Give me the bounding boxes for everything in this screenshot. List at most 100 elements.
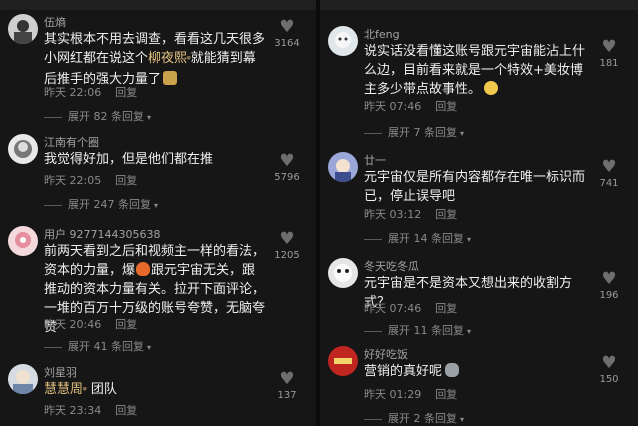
like-count: 5796 bbox=[274, 172, 300, 183]
comment-item: 北feng 说实话没看懂这账号跟元宇宙能沾上什么边，目前看来就是一个特效+美妆博… bbox=[320, 26, 638, 140]
comment-text: 元宇宙仅是所有内容都存在唯一标识而已，停止误导吧 bbox=[364, 170, 586, 204]
expand-replies-button[interactable]: 展开 2 条回复 ▾ bbox=[364, 410, 464, 426]
comment-meta: 昨天 22:05 回复 bbox=[44, 172, 137, 188]
emoji-icon bbox=[484, 81, 499, 95]
chevron-down-icon: ▾ bbox=[154, 201, 159, 210]
username[interactable]: 好好吃饭 bbox=[364, 346, 408, 362]
chevron-down-icon: ▾ bbox=[460, 129, 465, 138]
top-bar bbox=[320, 0, 638, 10]
avatar[interactable] bbox=[8, 226, 38, 256]
heart-icon: ♥ bbox=[601, 37, 617, 57]
like-button[interactable]: ♥ 137 bbox=[270, 370, 304, 401]
username[interactable]: 江南有个圈 bbox=[44, 134, 99, 150]
like-count: 137 bbox=[277, 390, 297, 401]
username[interactable]: 伍熵 bbox=[44, 14, 66, 30]
like-count: 1205 bbox=[274, 250, 300, 261]
like-count: 150 bbox=[599, 374, 619, 385]
timestamp: 昨天 22:06 bbox=[44, 86, 102, 99]
search-icon: ᵠ bbox=[83, 386, 87, 396]
comment-meta: 昨天 03:12 回复 bbox=[364, 206, 457, 222]
like-button[interactable]: ♥ 3164 bbox=[270, 18, 304, 49]
like-button[interactable]: ♥ 741 bbox=[592, 158, 626, 189]
expand-label: 展开 41 条回复 bbox=[68, 340, 144, 353]
avatar[interactable] bbox=[328, 152, 358, 182]
timestamp: 昨天 03:12 bbox=[364, 208, 422, 221]
comment-meta: 昨天 07:46 回复 bbox=[364, 98, 457, 114]
timestamp: 昨天 07:46 bbox=[364, 100, 422, 113]
comment-meta: 昨天 01:29 回复 bbox=[364, 386, 457, 402]
avatar-image bbox=[14, 140, 32, 158]
reply-button[interactable]: 回复 bbox=[435, 208, 457, 221]
reply-button[interactable]: 回复 bbox=[115, 86, 137, 99]
avatar[interactable] bbox=[328, 26, 358, 56]
heart-icon: ♥ bbox=[279, 151, 295, 171]
mention-link[interactable]: 慧慧周 bbox=[44, 382, 83, 397]
right-comment-panel: 北feng 说实话没看懂这账号跟元宇宙能沾上什么边，目前看来就是一个特效+美妆博… bbox=[320, 0, 638, 426]
username[interactable]: 北feng bbox=[364, 26, 400, 42]
timestamp: 昨天 20:46 bbox=[44, 318, 102, 331]
comment-text: 其实根本不用去调查，看看这几天很多小网红都在说这个柳夜熙ᵠ就能猜到幕后推手的强大… bbox=[44, 30, 266, 89]
avatar[interactable] bbox=[328, 346, 358, 376]
username[interactable]: 冬天吃冬瓜 bbox=[364, 258, 419, 274]
comment-meta: 昨天 20:46 回复 bbox=[44, 316, 137, 332]
avatar-image bbox=[335, 159, 351, 182]
divider-line bbox=[364, 330, 382, 332]
comment-item: 江南有个圈 我觉得好加，但是他们都在推 昨天 22:05 回复 展开 247 条回… bbox=[0, 134, 316, 214]
heart-icon: ♥ bbox=[279, 369, 295, 389]
comment-text: 慧慧周ᵠ 团队 bbox=[44, 380, 266, 401]
comment-text: 说实话没看懂这账号跟元宇宙能沾上什么边，目前看来就是一个特效+美妆博主多少带点故… bbox=[364, 42, 588, 99]
divider-line bbox=[364, 238, 382, 240]
like-button[interactable]: ♥ 181 bbox=[592, 38, 626, 69]
reply-button[interactable]: 回复 bbox=[435, 100, 457, 113]
avatar-image bbox=[14, 20, 32, 44]
heart-icon: ♥ bbox=[601, 157, 617, 177]
expand-replies-button[interactable]: 展开 41 条回复 ▾ bbox=[44, 338, 151, 354]
comment-meta: 昨天 22:06 回复 bbox=[44, 84, 137, 100]
divider-line bbox=[44, 346, 62, 348]
chevron-down-icon: ▾ bbox=[147, 343, 152, 352]
expand-replies-button[interactable]: 展开 82 条回复 ▾ bbox=[44, 108, 151, 124]
comment-text-part: 说实话没看懂这账号跟元宇宙能沾上什么边，目前看来就是一个特效+美妆博主多少带点故… bbox=[364, 44, 586, 97]
avatar[interactable] bbox=[8, 14, 38, 44]
expand-label: 展开 7 条回复 bbox=[388, 126, 457, 139]
avatar[interactable] bbox=[8, 364, 38, 394]
reply-button[interactable]: 回复 bbox=[115, 404, 137, 417]
expand-label: 展开 14 条回复 bbox=[388, 232, 464, 245]
divider-line bbox=[44, 204, 62, 206]
like-count: 196 bbox=[599, 290, 619, 301]
avatar[interactable] bbox=[328, 258, 358, 288]
hashtag-link[interactable]: 柳夜熙 bbox=[148, 51, 187, 66]
avatar-image bbox=[335, 32, 351, 48]
username[interactable]: 用户 9277144305638 bbox=[44, 226, 160, 242]
username[interactable]: 廿一 bbox=[364, 152, 386, 168]
like-count: 3164 bbox=[274, 38, 300, 49]
like-count: 741 bbox=[599, 178, 619, 189]
expand-label: 展开 247 条回复 bbox=[68, 198, 151, 211]
avatar-image bbox=[334, 358, 352, 364]
comment-item: 好好吃饭 营销的真好呢 昨天 01:29 回复 展开 2 条回复 ▾ ♥ 150 bbox=[320, 346, 638, 426]
reply-button[interactable]: 回复 bbox=[435, 388, 457, 401]
reply-button[interactable]: 回复 bbox=[435, 302, 457, 315]
like-button[interactable]: ♥ 150 bbox=[592, 354, 626, 385]
like-button[interactable]: ♥ 196 bbox=[592, 270, 626, 301]
chevron-down-icon: ▾ bbox=[467, 327, 472, 336]
like-button[interactable]: ♥ 1205 bbox=[270, 230, 304, 261]
avatar-image bbox=[334, 264, 352, 282]
divider-line bbox=[364, 132, 382, 134]
like-button[interactable]: ♥ 5796 bbox=[270, 152, 304, 183]
timestamp: 昨天 22:05 bbox=[44, 174, 102, 187]
username[interactable]: 刘星羽 bbox=[44, 364, 77, 380]
reply-button[interactable]: 回复 bbox=[115, 174, 137, 187]
expand-replies-button[interactable]: 展开 247 条回复 ▾ bbox=[44, 196, 158, 212]
chevron-down-icon: ▾ bbox=[460, 415, 465, 424]
reply-button[interactable]: 回复 bbox=[115, 318, 137, 331]
timestamp: 昨天 23:34 bbox=[44, 404, 102, 417]
top-bar bbox=[0, 0, 316, 10]
avatar[interactable] bbox=[8, 134, 38, 164]
expand-replies-button[interactable]: 展开 11 条回复 ▾ bbox=[364, 322, 471, 338]
divider-line bbox=[44, 116, 62, 118]
like-count: 181 bbox=[599, 58, 619, 69]
comment-item: 廿一 元宇宙仅是所有内容都存在唯一标识而已，停止误导吧 昨天 03:12 回复 展… bbox=[320, 152, 638, 252]
expand-replies-button[interactable]: 展开 14 条回复 ▾ bbox=[364, 230, 471, 246]
expand-replies-button[interactable]: 展开 7 条回复 ▾ bbox=[364, 124, 464, 140]
